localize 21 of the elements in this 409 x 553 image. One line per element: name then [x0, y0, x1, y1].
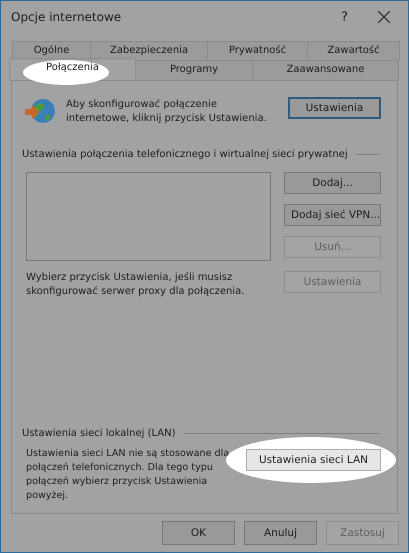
proxy-text: Wybierz przycisk Ustawienia, jeśli musisz skonfigurować serwer proxy dla połączenia. [26, 271, 246, 299]
tab[interactable]: Zawartość [307, 41, 400, 60]
settings-button[interactable]: Ustawienia [288, 97, 381, 119]
action-button[interactable]: Dodaj... [284, 172, 381, 194]
help-button[interactable]: ? [341, 10, 348, 24]
tab[interactable]: Połączenia [9, 58, 136, 81]
instruction-text: Aby skonfigurować połączenie internetowe, kliknij przycisk Ustawienia. [66, 98, 268, 126]
tab[interactable]: Zaawansowane [252, 60, 399, 80]
window-title: Opcje internetowe [11, 10, 122, 24]
lan-settings-button[interactable]: Ustawienia sieci LAN [246, 449, 381, 471]
dialog-button[interactable]: OK [162, 521, 235, 545]
action-button[interactable]: Dodaj sieć VPN... [284, 204, 381, 226]
section-heading: Ustawienia sieci lokalnej (LAN) [22, 428, 176, 439]
tab[interactable]: Ogólne [12, 41, 91, 60]
dialog-button[interactable]: Anuluj [244, 521, 317, 545]
tab[interactable]: Prywatność [207, 41, 308, 60]
tab[interactable]: Zabezpieczenia [90, 41, 208, 60]
lan-description: Ustawienia sieci LAN nie są stosowane dla połączeń telefonicznych. Dla tego typu połączeń wybierz przycisk Ustawienia powyżej. [26, 447, 230, 503]
tab[interactable]: Programy [135, 60, 253, 80]
section-heading: Ustawienia połączenia telefonicznego i wirtualnej sieci prywatnej [22, 149, 348, 160]
close-icon[interactable] [378, 11, 390, 23]
